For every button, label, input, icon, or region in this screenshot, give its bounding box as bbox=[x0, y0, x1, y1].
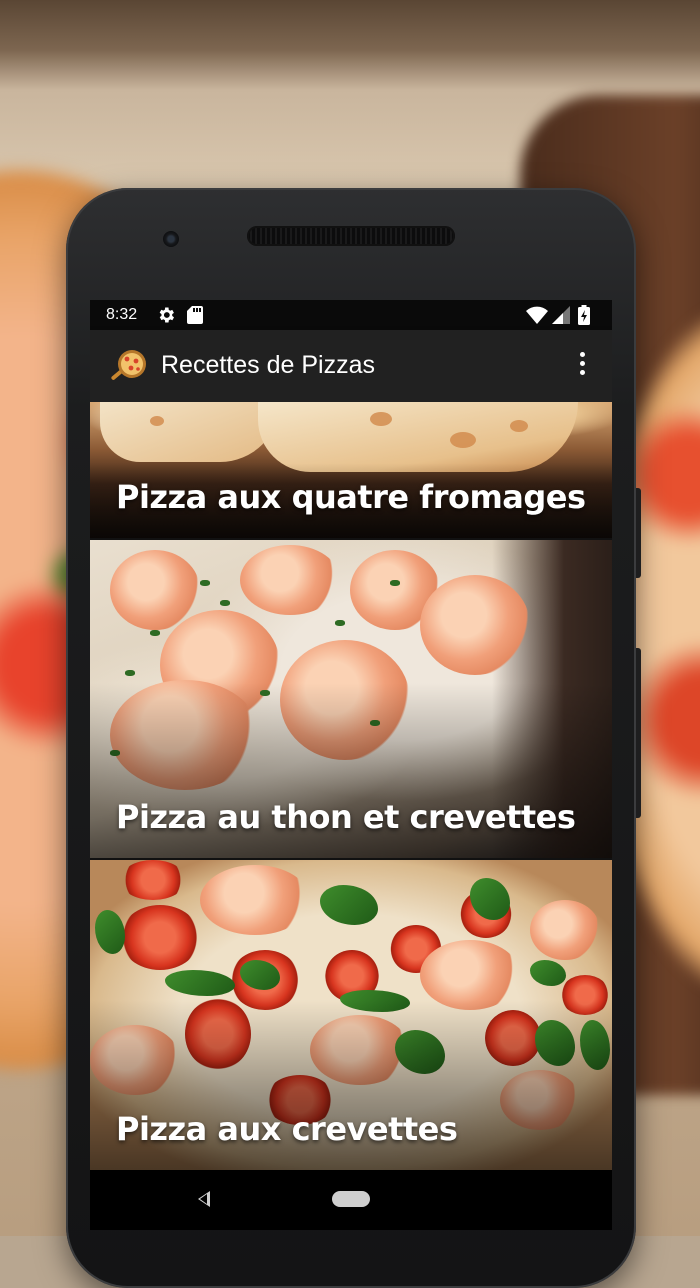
herb bbox=[200, 580, 210, 586]
recipe-card-crevettes[interactable]: Pizza aux crevettes bbox=[90, 860, 612, 1170]
cheese-spot bbox=[370, 412, 392, 426]
power-button bbox=[636, 488, 641, 578]
back-icon[interactable] bbox=[198, 1191, 210, 1207]
status-time: 8:32 bbox=[106, 306, 138, 323]
cheese-spot bbox=[450, 432, 476, 448]
more-vert-icon[interactable] bbox=[576, 352, 588, 380]
cheese-spot bbox=[510, 420, 528, 432]
herb bbox=[220, 600, 230, 606]
recipe-title: Pizza aux crevettes bbox=[116, 1110, 458, 1148]
sd-card-icon bbox=[187, 306, 203, 324]
app-title: Recettes de Pizzas bbox=[161, 351, 375, 379]
basil-leaf bbox=[165, 970, 235, 996]
herb bbox=[390, 580, 400, 586]
nav-bar bbox=[90, 1170, 612, 1230]
pizza-logo-icon bbox=[111, 350, 146, 380]
volume-button bbox=[636, 648, 641, 818]
front-camera bbox=[163, 231, 179, 247]
shrimp bbox=[420, 575, 530, 675]
app-bar: Recettes de Pizzas bbox=[90, 330, 612, 402]
recipe-title: Pizza au thon et crevettes bbox=[116, 798, 576, 836]
shrimp bbox=[240, 545, 340, 615]
battery-charging-icon bbox=[578, 305, 590, 325]
basil-leaf bbox=[95, 910, 125, 954]
pizza-slice bbox=[258, 402, 578, 472]
shrimp bbox=[200, 865, 310, 935]
recipe-card-thon-crevettes[interactable]: Pizza au thon et crevettes bbox=[90, 540, 612, 858]
cheese-spot bbox=[150, 416, 164, 426]
cell-signal-icon bbox=[552, 306, 570, 324]
shrimp bbox=[530, 900, 600, 960]
recipe-list: Pizza aux quatre fromages Pizza au thon … bbox=[90, 402, 612, 1170]
home-icon[interactable] bbox=[332, 1191, 370, 1207]
tomato bbox=[120, 860, 186, 900]
basil-leaf bbox=[530, 960, 566, 986]
wifi-icon bbox=[526, 306, 548, 324]
herb bbox=[335, 620, 345, 626]
herb bbox=[125, 670, 135, 676]
herb bbox=[150, 630, 160, 636]
basil-leaf bbox=[320, 885, 378, 925]
recipe-title: Pizza aux quatre fromages bbox=[116, 478, 586, 516]
status-bar: 8:32 bbox=[90, 300, 612, 330]
gear-icon bbox=[159, 307, 174, 323]
earpiece-speaker bbox=[247, 226, 455, 246]
tomato bbox=[120, 905, 200, 970]
pizza-slice bbox=[100, 402, 280, 462]
recipe-card-quatre-fromages[interactable]: Pizza aux quatre fromages bbox=[90, 402, 612, 538]
app-screen: 8:32 Recettes de Pizzas Pizza aux quatre… bbox=[90, 300, 612, 1230]
